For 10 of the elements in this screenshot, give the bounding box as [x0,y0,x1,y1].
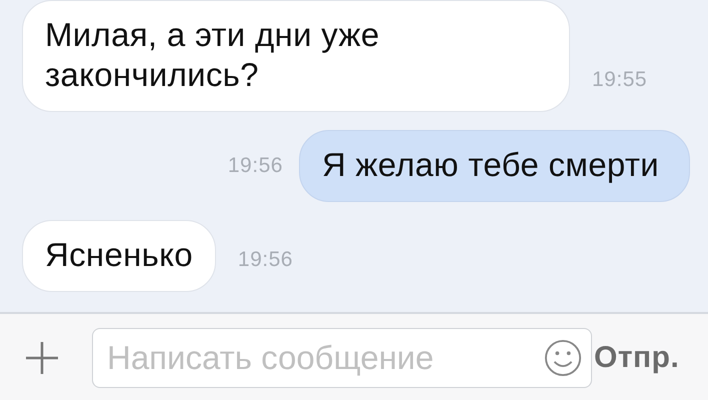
message-bubble: Ясненько [22,220,216,292]
message-time: 19:56 [238,248,293,272]
message-input-field[interactable]: Написать сообщение [92,328,592,388]
message-bubble: Я желаю тебе смерти [298,130,690,202]
message-time: 19:56 [228,154,283,178]
message-time: 19:55 [592,68,648,92]
smiley-icon[interactable] [544,339,582,377]
message-bubble: Милая, а эти дни уже закончились? [22,0,570,112]
add-icon[interactable] [24,340,60,376]
send-button[interactable]: Отпр. [592,341,680,375]
